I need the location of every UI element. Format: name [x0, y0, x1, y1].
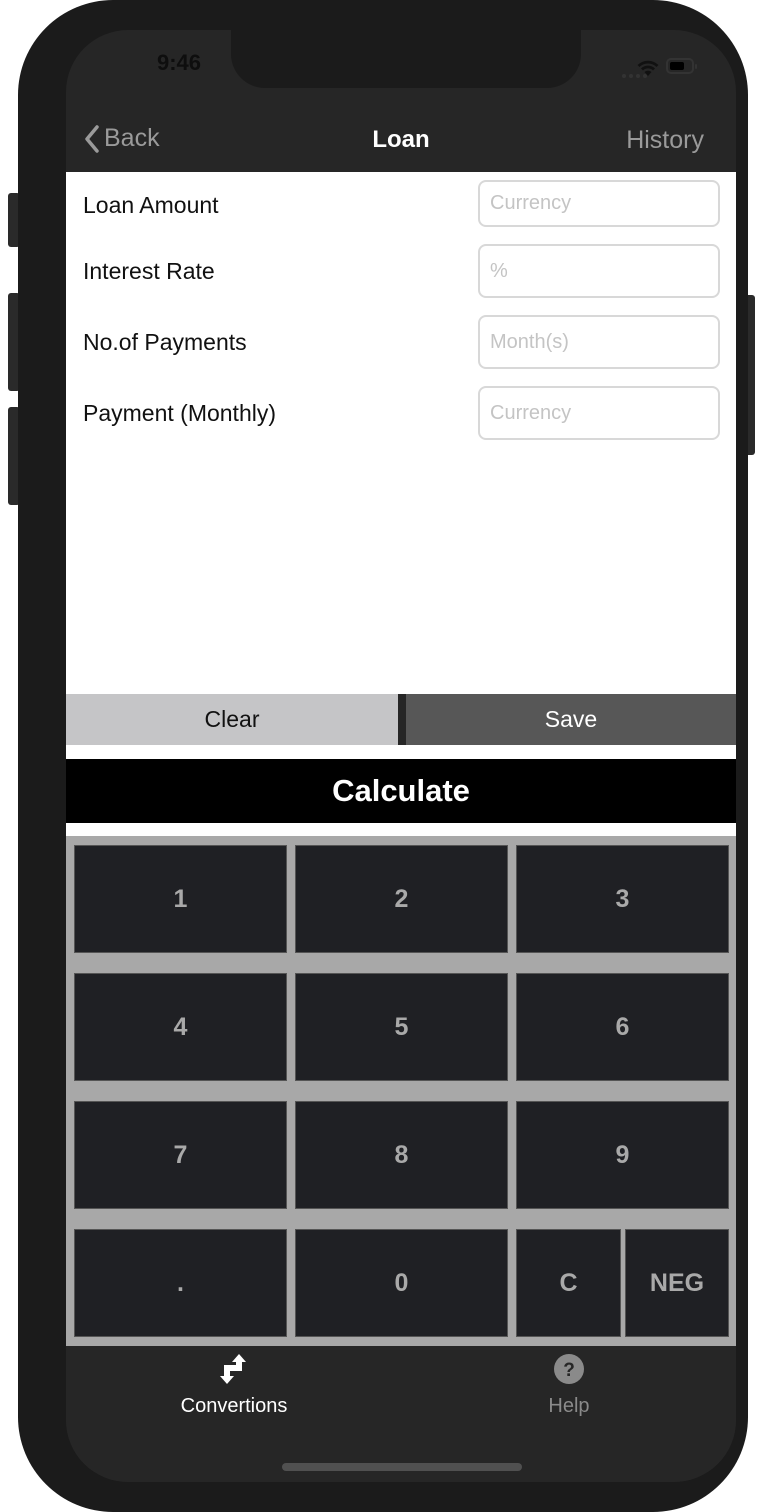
notch: [231, 30, 581, 88]
loan-amount-label: Loan Amount: [83, 192, 219, 218]
svg-text:?: ?: [563, 1360, 575, 1381]
tab-convertions[interactable]: Convertions: [124, 1352, 344, 1418]
spacer: [66, 823, 736, 836]
key-6[interactable]: 6: [516, 973, 729, 1081]
navigation-bar: Back Loan History: [66, 108, 736, 172]
save-button[interactable]: Save: [406, 694, 736, 745]
tab-convertions-label: Convertions: [180, 1395, 288, 1417]
status-time: 9:46: [156, 50, 202, 75]
key-4[interactable]: 4: [74, 973, 287, 1081]
loan-form: Loan Amount Interest Rate No.of Payments…: [66, 172, 736, 694]
phone-frame: 9:46 Back Loan History Loan Amount Inter…: [18, 0, 748, 1512]
help-circle-icon: ?: [554, 1354, 584, 1384]
clear-button[interactable]: Clear: [66, 694, 398, 745]
loan-amount-row: Loan Amount: [66, 180, 736, 228]
key-negate[interactable]: NEG: [625, 1229, 729, 1337]
key-clear[interactable]: C: [516, 1229, 621, 1337]
key-2[interactable]: 2: [295, 845, 508, 953]
history-button[interactable]: History: [626, 126, 704, 155]
key-9[interactable]: 9: [516, 1101, 729, 1209]
key-decimal[interactable]: .: [74, 1229, 287, 1337]
battery-icon: [666, 58, 697, 74]
monthly-payment-label: Payment (Monthly): [83, 400, 277, 426]
tab-help-label: Help: [548, 1395, 590, 1417]
loan-amount-input[interactable]: [478, 180, 720, 227]
wifi-icon: [637, 60, 659, 76]
key-8[interactable]: 8: [295, 1101, 508, 1209]
key-3[interactable]: 3: [516, 845, 729, 953]
tab-bar: Convertions ? Help: [66, 1346, 736, 1482]
screen: 9:46 Back Loan History Loan Amount Inter…: [66, 30, 736, 1482]
calculate-button[interactable]: Calculate: [66, 759, 736, 823]
conversion-arrows-icon: [220, 1354, 246, 1384]
payments-count-label: No.of Payments: [83, 329, 247, 355]
monthly-payment-row: Payment (Monthly): [66, 386, 736, 440]
payments-count-row: No.of Payments: [66, 315, 736, 369]
spacer: [66, 745, 736, 759]
monthly-payment-input[interactable]: [478, 386, 720, 440]
interest-rate-label: Interest Rate: [83, 258, 215, 284]
key-5[interactable]: 5: [295, 973, 508, 1081]
keypad: 1 2 3 4 5 6 7 8 9 . 0 C NEG: [66, 836, 736, 1346]
payments-count-input[interactable]: [478, 315, 720, 369]
tab-help[interactable]: ? Help: [459, 1352, 679, 1418]
home-indicator: [282, 1463, 522, 1471]
key-0[interactable]: 0: [295, 1229, 508, 1337]
interest-rate-row: Interest Rate: [66, 244, 736, 298]
key-1[interactable]: 1: [74, 845, 287, 953]
key-7[interactable]: 7: [74, 1101, 287, 1209]
interest-rate-input[interactable]: [478, 244, 720, 298]
